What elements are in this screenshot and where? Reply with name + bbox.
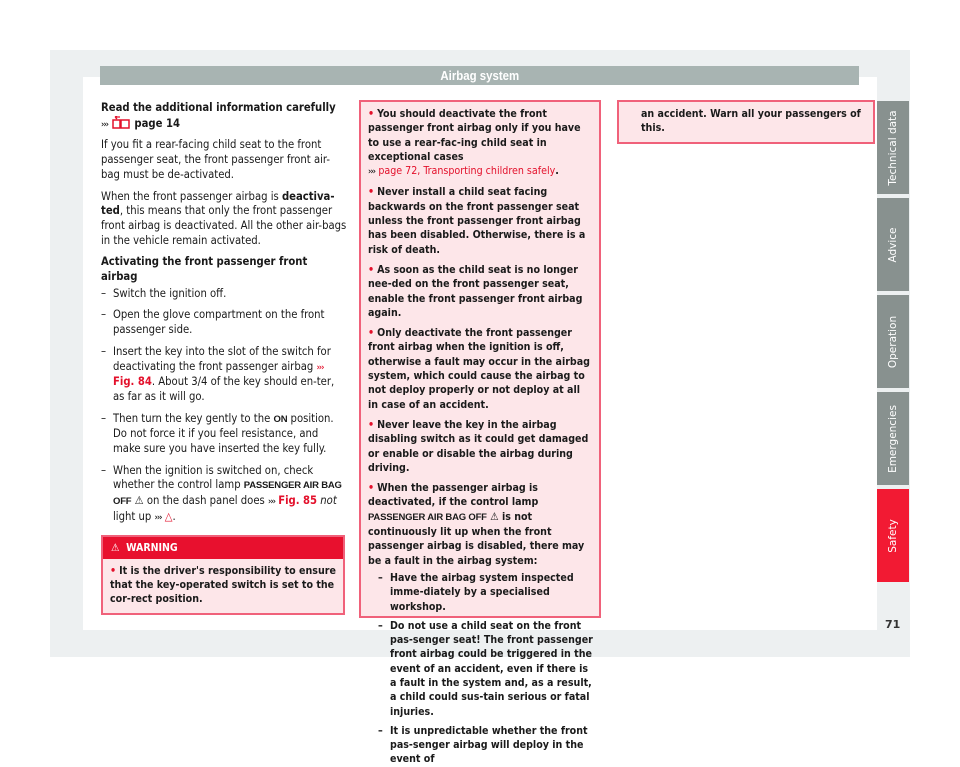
warning-item: • It is the driver's responsibility to en… bbox=[110, 565, 336, 606]
list-item: – When the ignition is switched on, check… bbox=[101, 463, 342, 523]
chevron-icon: ››› bbox=[316, 362, 324, 373]
list-item: – Have the airbag system inspected imme-d… bbox=[378, 571, 574, 613]
warning-item: • As soon as the child seat is no longer … bbox=[368, 263, 583, 319]
subsection-title: Activating the front passenger front air… bbox=[101, 255, 308, 284]
airbag-off-icon: ⚠ bbox=[134, 494, 144, 508]
list-item: – Open the glove compartment on the front… bbox=[101, 308, 325, 337]
step-list: – Switch the ignition off. – Open the glov… bbox=[101, 287, 347, 526]
figure-link[interactable]: Fig. 85 bbox=[278, 494, 317, 507]
bullet-icon: • bbox=[368, 327, 375, 340]
chevron-icon: ››› bbox=[154, 512, 162, 523]
warning-title: WARNING bbox=[126, 542, 178, 554]
bullet-icon: • bbox=[368, 482, 375, 495]
list-item: – Switch the ignition off. bbox=[101, 286, 227, 300]
book-reference-icon bbox=[111, 115, 131, 134]
column-left: Read the additional information carefull… bbox=[101, 101, 347, 533]
page-number: 71 bbox=[885, 618, 901, 631]
warning-item: • Never leave the key in the airbag disab… bbox=[368, 418, 589, 474]
list-item: – Then turn the key gently to the ON posi… bbox=[101, 411, 334, 456]
control-lamp-label: PASSENGER AIR BAG OFF bbox=[368, 511, 487, 523]
warning-header: ⚠ WARNING bbox=[103, 537, 343, 559]
bullet-icon: • bbox=[368, 186, 375, 199]
bullet-icon: • bbox=[368, 108, 375, 120]
warning-item: • Never install a child seat facing backw… bbox=[368, 186, 586, 256]
warning-triangle-icon: ⚠ bbox=[111, 542, 120, 554]
figure-link[interactable]: Fig. 84 bbox=[113, 375, 152, 388]
warning-box-continued: • You should deactivate the front passeng… bbox=[359, 100, 601, 765]
side-tab-emergencies[interactable]: Emergencies bbox=[877, 392, 909, 485]
warning-text: an accident. Warn all your passengers of… bbox=[641, 108, 861, 135]
bullet-icon: • bbox=[368, 418, 375, 431]
side-tab-advice[interactable]: Advice bbox=[877, 198, 909, 291]
page-reference-link[interactable]: page 72, Transporting children safely bbox=[378, 165, 555, 177]
warning-item: • Only deactivate the front passenger fro… bbox=[368, 327, 591, 411]
chevron-icon: ››› bbox=[101, 119, 109, 130]
paragraph: When the front passenger airbag is deact… bbox=[101, 189, 347, 247]
side-tab-safety[interactable]: Safety bbox=[877, 489, 909, 582]
section-title: Airbag system bbox=[440, 68, 519, 83]
intro-heading: Read the additional information carefull… bbox=[101, 101, 336, 114]
page-reference-link[interactable]: page 14 bbox=[134, 117, 180, 130]
list-item: – It is unpredictable whether the front p… bbox=[378, 724, 588, 766]
list-item: – Insert the key into the slot of the swi… bbox=[101, 344, 335, 403]
warning-triangle-icon[interactable]: △ bbox=[165, 510, 173, 523]
warning-item: • You should deactivate the front passeng… bbox=[368, 108, 581, 178]
bullet-icon: • bbox=[110, 565, 117, 577]
warning-box: ⚠ WARNING • It is the driver's responsibi… bbox=[101, 535, 345, 615]
sub-list: – Have the airbag system inspected imme-d… bbox=[368, 571, 593, 767]
section-header: Airbag system bbox=[100, 66, 859, 85]
chevron-icon: ››› bbox=[368, 167, 376, 178]
bullet-icon: • bbox=[368, 263, 375, 276]
warning-box-continued: an accident. Warn all your passengers of… bbox=[617, 100, 875, 144]
side-tab-operation[interactable]: Operation bbox=[877, 295, 909, 388]
chevron-icon: ››› bbox=[267, 497, 276, 508]
list-item: – Do not use a child seat on the front pa… bbox=[378, 619, 593, 718]
warning-item: • When the passenger airbag is deactivate… bbox=[368, 482, 585, 567]
airbag-off-icon: ⚠ bbox=[490, 510, 499, 523]
paragraph: If you fit a rear-facing child seat to t… bbox=[101, 138, 330, 181]
side-tab-technical-data[interactable]: Technical data bbox=[877, 101, 909, 194]
